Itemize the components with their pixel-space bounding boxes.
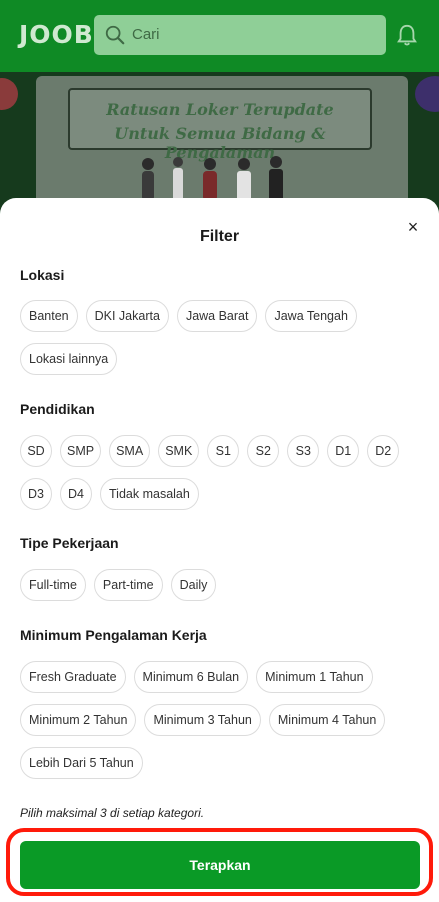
chip-pendidikan-d4[interactable]: D4 [60, 478, 92, 510]
chip-pendidikan-d3[interactable]: D3 [20, 478, 52, 510]
pengalaman-options: Fresh Graduate Minimum 6 Bulan Minimum 1… [20, 661, 420, 779]
chip-pengalaman-1-tahun[interactable]: Minimum 1 Tahun [256, 661, 373, 693]
chip-pendidikan-smp[interactable]: SMP [60, 435, 102, 467]
chip-pengalaman-lebih-5-tahun[interactable]: Lebih Dari 5 Tahun [20, 747, 143, 779]
banner-headline-box: Ratusan Loker Terupdate Untuk Semua Bida… [68, 88, 372, 162]
chip-lokasi-banten[interactable]: Banten [20, 300, 78, 332]
chip-lokasi-jawa-barat[interactable]: Jawa Barat [176, 300, 258, 332]
chip-pendidikan-sma[interactable]: SMA [109, 435, 151, 467]
chip-lokasi-jawa-tengah[interactable]: Jawa Tengah [265, 300, 357, 332]
notification-bell-icon[interactable] [396, 22, 418, 48]
chip-pengalaman-4-tahun[interactable]: Minimum 4 Tahun [268, 704, 386, 736]
selection-limit-note: Pilih maksimal 3 di setiap kategori. [20, 806, 205, 820]
chip-pengalaman-6-bulan[interactable]: Minimum 6 Bulan [133, 661, 249, 693]
chip-pengalaman-2-tahun[interactable]: Minimum 2 Tahun [20, 704, 137, 736]
chip-pendidikan-tidak-masalah[interactable]: Tidak masalah [100, 478, 199, 510]
chip-pengalaman-3-tahun[interactable]: Minimum 3 Tahun [144, 704, 261, 736]
chip-pendidikan-s2[interactable]: S2 [247, 435, 280, 467]
section-tipe-label: Tipe Pekerjaan [20, 535, 119, 551]
chip-tipe-full-time[interactable]: Full-time [20, 569, 86, 601]
search-icon [105, 25, 125, 45]
search-bar[interactable]: Cari [94, 15, 386, 55]
chip-pendidikan-s3[interactable]: S3 [287, 435, 320, 467]
banner-line-1: Ratusan Loker Terupdate [106, 100, 334, 119]
app-header: JOOB Cari [0, 0, 439, 72]
chip-tipe-daily[interactable]: Daily [170, 569, 217, 601]
partner-logo-left [0, 78, 18, 110]
chip-tipe-part-time[interactable]: Part-time [93, 569, 163, 601]
chip-lokasi-lainnya[interactable]: Lokasi lainnya [20, 343, 118, 375]
chip-pendidikan-s1[interactable]: S1 [207, 435, 240, 467]
filter-sheet: × Filter Lokasi Banten DKI Jakarta Jawa … [0, 198, 439, 902]
tipe-options: Full-time Part-time Daily [20, 569, 420, 601]
chip-pendidikan-d1[interactable]: D1 [327, 435, 360, 467]
lokasi-options: Banten DKI Jakarta Jawa Barat Jawa Tenga… [20, 300, 420, 375]
chip-pendidikan-smk[interactable]: SMK [158, 435, 200, 467]
section-pengalaman-label: Minimum Pengalaman Kerja [20, 627, 207, 643]
promo-banner-area: Ratusan Loker Terupdate Untuk Semua Bida… [0, 72, 439, 212]
section-lokasi-label: Lokasi [20, 267, 65, 283]
partner-logo-right [415, 76, 439, 112]
app-logo[interactable]: JOOB [19, 20, 94, 49]
chip-lokasi-dki-jakarta[interactable]: DKI Jakarta [85, 300, 169, 332]
chip-pengalaman-fresh-graduate[interactable]: Fresh Graduate [20, 661, 126, 693]
section-pendidikan-label: Pendidikan [20, 401, 95, 417]
promo-banner[interactable]: Ratusan Loker Terupdate Untuk Semua Bida… [36, 76, 408, 212]
filter-title: Filter [199, 228, 240, 245]
pendidikan-options: SD SMP SMA SMK S1 S2 S3 D1 D2 D3 D4 Tida… [20, 435, 420, 510]
search-placeholder: Cari [132, 26, 160, 43]
chip-pendidikan-d2[interactable]: D2 [367, 435, 400, 467]
chip-pendidikan-sd[interactable]: SD [20, 435, 52, 467]
apply-button[interactable]: Terapkan [20, 841, 420, 889]
